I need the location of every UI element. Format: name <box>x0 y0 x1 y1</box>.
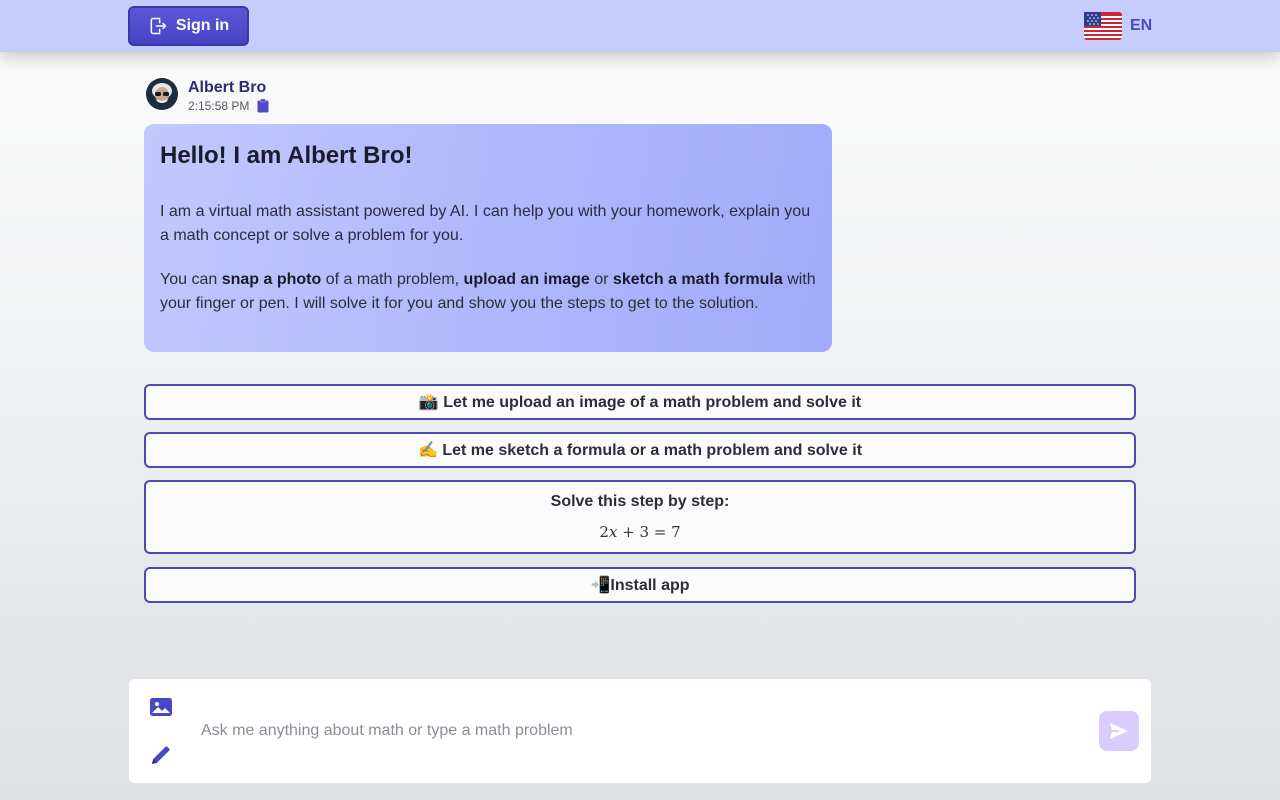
message-header: Albert Bro 2:15:58 PM <box>146 78 269 113</box>
install-app-button[interactable]: 📲Install app <box>144 567 1136 603</box>
sign-in-button[interactable]: Sign in <box>128 6 249 46</box>
sender-name: Albert Bro <box>188 79 267 96</box>
solve-example-suggestion-button[interactable]: Solve this step by step: 2x + 3 = 7 <box>144 480 1136 554</box>
message-composer <box>128 678 1152 784</box>
send-button[interactable] <box>1099 711 1139 751</box>
us-flag-icon <box>1084 12 1122 40</box>
message-title: Hello! I am Albert Bro! <box>160 142 413 169</box>
sketch-formula-suggestion-label: ✍️ Let me sketch a formula or a math pro… <box>417 442 863 459</box>
top-bar: Sign in EN <box>0 0 1280 52</box>
install-app-label: 📲Install app <box>590 577 690 594</box>
snap-photo-highlight: snap a photo <box>221 271 322 288</box>
language-selector[interactable]: EN <box>1084 10 1152 42</box>
message-paragraph-2: You can snap a photo of a math problem, … <box>160 271 816 312</box>
sign-in-icon <box>150 17 167 35</box>
message-time: 2:15:58 PM <box>188 99 250 113</box>
upload-image-suggestion-button[interactable]: 📸 Let me upload an image of a math probl… <box>144 384 1136 420</box>
example-equation: 2x + 3 = 7 <box>599 523 681 541</box>
pencil-icon[interactable] <box>149 743 173 767</box>
upload-image-suggestion-label: 📸 Let me upload an image of a math probl… <box>418 394 862 411</box>
language-code: EN <box>1130 17 1153 34</box>
send-icon <box>1109 722 1129 740</box>
upload-image-highlight: upload an image <box>463 271 590 288</box>
assistant-message-bubble: Hello! I am Albert Bro! I am a virtual m… <box>144 124 832 352</box>
sign-in-label: Sign in <box>175 17 230 34</box>
image-icon[interactable] <box>149 695 173 719</box>
avatar <box>146 78 178 110</box>
sketch-formula-suggestion-button[interactable]: ✍️ Let me sketch a formula or a math pro… <box>144 432 1136 468</box>
message-paragraph-1: I am a virtual math assistant powered by… <box>160 203 811 244</box>
sketch-formula-highlight: sketch a math formula <box>612 271 783 288</box>
chat-input[interactable] <box>201 716 1081 746</box>
solve-example-title: Solve this step by step: <box>550 493 730 510</box>
clipboard-icon[interactable] <box>257 99 269 113</box>
